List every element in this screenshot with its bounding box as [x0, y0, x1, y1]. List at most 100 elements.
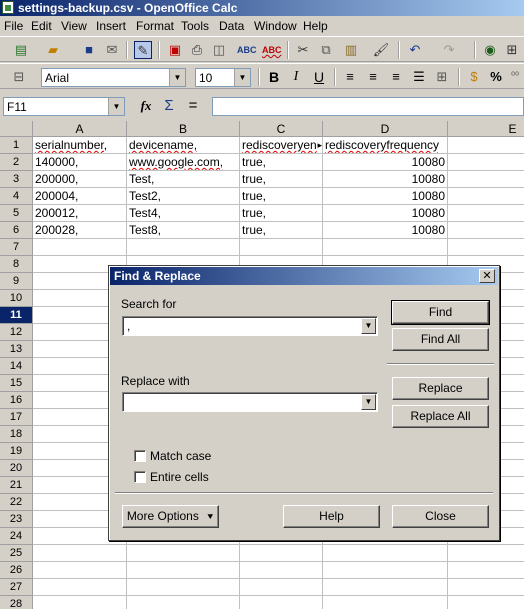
row-header-20[interactable]: 20: [0, 460, 33, 477]
cell[interactable]: [240, 562, 323, 579]
replace-button[interactable]: Replace: [392, 377, 489, 400]
help-button[interactable]: Help: [283, 505, 380, 528]
row-header-12[interactable]: 12: [0, 324, 33, 341]
row-header-10[interactable]: 10: [0, 290, 33, 307]
cell[interactable]: [127, 545, 240, 562]
justify-icon[interactable]: ☰: [410, 68, 428, 86]
function-wizard-icon[interactable]: fx: [137, 97, 155, 115]
menu-insert[interactable]: Insert: [96, 19, 126, 33]
row-header-3[interactable]: 3: [0, 171, 33, 188]
match-case-label[interactable]: Match case: [150, 449, 211, 463]
cell[interactable]: [448, 579, 524, 596]
cell[interactable]: [240, 239, 323, 256]
cell[interactable]: [127, 562, 240, 579]
underline-icon[interactable]: U: [310, 68, 328, 86]
menu-data[interactable]: Data: [219, 19, 244, 33]
autospellcheck-icon[interactable]: ABC: [262, 41, 282, 59]
menu-edit[interactable]: Edit: [31, 19, 52, 33]
cell[interactable]: 200004,: [33, 188, 127, 205]
row-header-2[interactable]: 2: [0, 154, 33, 171]
email-icon[interactable]: ✉: [103, 41, 121, 59]
cell[interactable]: true,: [240, 171, 323, 188]
save-icon[interactable]: ■: [80, 41, 98, 59]
cell[interactable]: [33, 239, 127, 256]
row-header-9[interactable]: 9: [0, 273, 33, 290]
cell[interactable]: [127, 239, 240, 256]
cell[interactable]: [448, 545, 524, 562]
entire-cells-label[interactable]: Entire cells: [150, 470, 209, 484]
cell[interactable]: 200028,: [33, 222, 127, 239]
cell[interactable]: [323, 545, 448, 562]
row-header-8[interactable]: 8: [0, 256, 33, 273]
cell[interactable]: rediscoveryen ▸: [240, 137, 323, 154]
column-header-d[interactable]: D: [323, 121, 448, 137]
cell[interactable]: [323, 562, 448, 579]
dialog-title-bar[interactable]: Find & Replace ✕: [110, 267, 498, 285]
cell[interactable]: [448, 171, 524, 188]
row-header-19[interactable]: 19: [0, 443, 33, 460]
cell[interactable]: 10080: [323, 222, 448, 239]
cell[interactable]: [33, 596, 127, 609]
cell[interactable]: [323, 239, 448, 256]
row-header-22[interactable]: 22: [0, 494, 33, 511]
spellcheck-icon[interactable]: ABC: [237, 41, 257, 59]
equals-icon[interactable]: =: [184, 97, 202, 115]
styles-icon[interactable]: ⊟: [10, 68, 28, 86]
cell[interactable]: 140000,: [33, 154, 127, 171]
menu-format[interactable]: Format: [136, 19, 174, 33]
cell[interactable]: rediscoveryfrequency: [323, 137, 448, 154]
cell[interactable]: 200000,: [33, 171, 127, 188]
chevron-down-icon[interactable]: ▼: [234, 69, 250, 86]
cell[interactable]: [448, 188, 524, 205]
align-right-icon[interactable]: ≡: [387, 68, 405, 86]
row-header-27[interactable]: 27: [0, 579, 33, 596]
table-icon[interactable]: ⊞: [503, 41, 521, 59]
cell[interactable]: serialnumber,: [33, 137, 127, 154]
row-header-14[interactable]: 14: [0, 358, 33, 375]
currency-format-icon[interactable]: $: [465, 68, 483, 86]
row-header-25[interactable]: 25: [0, 545, 33, 562]
entire-cells-checkbox[interactable]: [134, 471, 146, 483]
number-format-icon[interactable]: ⁰⁰: [506, 68, 524, 86]
row-header-15[interactable]: 15: [0, 375, 33, 392]
hyperlink-icon[interactable]: ◉: [481, 41, 499, 59]
cell[interactable]: [240, 545, 323, 562]
chevron-down-icon[interactable]: ▼: [108, 98, 124, 115]
row-header-11[interactable]: 11: [0, 307, 33, 324]
column-header-c[interactable]: C: [240, 121, 323, 137]
cell[interactable]: [33, 545, 127, 562]
cell[interactable]: [448, 562, 524, 579]
cell[interactable]: 10080: [323, 154, 448, 171]
cell[interactable]: true,: [240, 205, 323, 222]
cell[interactable]: [240, 596, 323, 609]
select-all-corner[interactable]: [0, 121, 33, 137]
paste-icon[interactable]: ▥: [342, 41, 360, 59]
align-center-icon[interactable]: ≡: [364, 68, 382, 86]
row-header-26[interactable]: 26: [0, 562, 33, 579]
row-header-13[interactable]: 13: [0, 341, 33, 358]
window-title-bar[interactable]: settings-backup.csv - OpenOffice Calc: [0, 0, 524, 16]
row-header-4[interactable]: 4: [0, 188, 33, 205]
percent-format-icon[interactable]: %: [487, 68, 505, 86]
cell[interactable]: true,: [240, 188, 323, 205]
search-for-input[interactable]: , ▼: [122, 316, 378, 336]
cell[interactable]: [448, 222, 524, 239]
menu-window[interactable]: Window: [254, 19, 297, 33]
cell[interactable]: 10080: [323, 188, 448, 205]
replace-with-input[interactable]: ▼: [122, 392, 378, 412]
cell[interactable]: true,: [240, 154, 323, 171]
formula-input[interactable]: [212, 97, 524, 116]
cell[interactable]: devicename,: [127, 137, 240, 154]
cell[interactable]: www.google.com,: [127, 154, 240, 171]
menu-tools[interactable]: Tools: [181, 19, 209, 33]
find-button[interactable]: Find: [391, 300, 490, 325]
menu-view[interactable]: View: [61, 19, 87, 33]
cell[interactable]: [448, 596, 524, 609]
name-box[interactable]: F11 ▼: [3, 97, 125, 116]
cell[interactable]: Test8,: [127, 222, 240, 239]
redo-icon[interactable]: ↷: [440, 41, 458, 59]
cell[interactable]: [448, 239, 524, 256]
close-button[interactable]: Close: [392, 505, 489, 528]
cell[interactable]: [448, 154, 524, 171]
cell[interactable]: Test,: [127, 171, 240, 188]
